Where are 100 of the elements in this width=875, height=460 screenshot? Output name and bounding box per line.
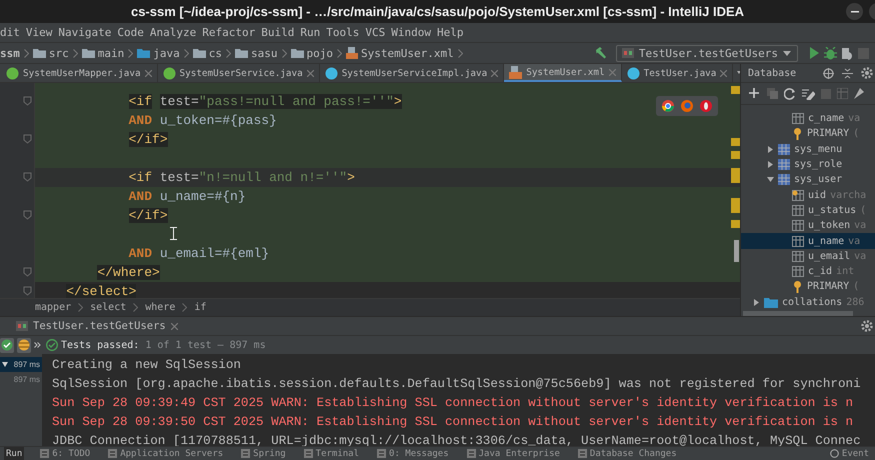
browser-icon[interactable] (700, 100, 712, 112)
tree-item[interactable]: c_id int (741, 264, 875, 280)
close-icon[interactable] (144, 70, 152, 76)
tool-window-button[interactable]: Spring (239, 447, 288, 460)
menu-item[interactable]: Window (388, 26, 434, 39)
tree-item[interactable]: u_name va (741, 233, 875, 249)
hammer-icon[interactable] (594, 46, 608, 60)
breadcrumb-item[interactable]: java (137, 46, 180, 60)
tree-item[interactable]: PRIMARY ( (741, 279, 875, 295)
fold-marker-icon[interactable] (23, 172, 32, 182)
structure-crumb[interactable]: select (90, 302, 126, 313)
tree-item[interactable]: uid varcha (741, 187, 875, 203)
breadcrumb-item[interactable]: pojo (290, 46, 333, 60)
fold-marker-icon[interactable] (23, 210, 32, 220)
settings-icon[interactable] (861, 67, 873, 79)
tree-item[interactable]: sys_menu (741, 142, 875, 157)
tool-window-button[interactable]: Run (4, 447, 24, 460)
tree-item[interactable]: c_name va (741, 111, 875, 126)
fold-marker-icon[interactable] (23, 134, 32, 144)
tree-item[interactable]: sys_user (741, 172, 875, 188)
editor-tab[interactable]: SystemUserMapper.java (1, 64, 158, 82)
tool-window-button[interactable]: 0: Messages (375, 447, 451, 460)
settings-icon[interactable] (861, 320, 873, 332)
menu-item[interactable]: View (22, 26, 56, 39)
scrollbar-thumb[interactable] (743, 311, 853, 316)
menu-item[interactable]: Analyze (146, 26, 200, 39)
menu-item[interactable]: Build (258, 26, 298, 39)
menu-item[interactable]: Code (114, 26, 147, 39)
edit-icon[interactable] (802, 88, 815, 100)
show-passed-button[interactable] (0, 338, 14, 352)
column-icon (792, 204, 804, 216)
menu-item[interactable]: Refactor (199, 26, 258, 39)
fold-marker-icon[interactable] (23, 286, 32, 296)
breadcrumb-item[interactable]: main (82, 46, 124, 60)
expand-arrow-icon[interactable] (2, 362, 8, 367)
expand-arrow-icon[interactable] (753, 298, 760, 306)
editor-tab[interactable]: TestUser.java (622, 64, 734, 82)
menu-item[interactable]: Tools (323, 26, 362, 39)
menu-item[interactable]: Help (434, 26, 466, 39)
breadcrumb-item[interactable]: sasu (235, 46, 278, 60)
expand-arrow-icon[interactable] (767, 161, 774, 168)
refresh-icon[interactable] (784, 88, 796, 100)
tool-window-button[interactable]: Application Servers (106, 447, 226, 460)
editor-tab[interactable]: SystemUser.xml (504, 64, 622, 82)
test-result-item[interactable]: 897 ms (0, 372, 42, 387)
tool-window-button[interactable]: Database Changes (576, 447, 679, 460)
target-icon[interactable] (823, 68, 834, 78)
tree-item[interactable]: u_status ( (741, 202, 875, 218)
column-icon (792, 250, 804, 262)
close-icon[interactable] (306, 70, 314, 76)
run-configuration-dropdown[interactable]: TestUser.testGetUsers (616, 44, 798, 62)
tree-item[interactable]: collations 286 (741, 294, 875, 310)
run-icon[interactable] (808, 47, 820, 59)
table-icon (778, 144, 790, 155)
stop-icon[interactable] (821, 88, 831, 98)
structure-crumb[interactable]: if (194, 302, 206, 313)
menu-item[interactable]: Run (297, 26, 324, 39)
folder-icon (235, 48, 248, 58)
copy-icon[interactable] (767, 88, 778, 99)
breadcrumb-item[interactable]: cs (192, 46, 222, 60)
structure-crumb[interactable]: where (145, 302, 176, 313)
stop-icon[interactable] (858, 48, 869, 58)
expand-arrow-icon[interactable] (767, 146, 774, 153)
caret-icon (783, 50, 791, 56)
fold-marker-icon[interactable] (23, 96, 32, 106)
breadcrumb-item[interactable]: src (32, 46, 69, 60)
close-icon[interactable] (491, 70, 498, 76)
bug-icon[interactable] (824, 46, 837, 60)
menu-item[interactable]: dit (0, 26, 23, 39)
minimize-button[interactable] (846, 3, 863, 20)
test-result-item[interactable]: 897 ms (0, 357, 42, 372)
tool-window-button[interactable]: Terminal (302, 447, 362, 460)
scrollbar-thumb[interactable] (734, 240, 739, 262)
add-icon[interactable] (749, 88, 761, 100)
tree-item[interactable]: PRIMARY ( (741, 126, 875, 142)
table-icon[interactable] (837, 88, 848, 99)
tool-window-button[interactable]: 6: TODO (38, 447, 92, 460)
tree-item[interactable]: u_token va (741, 218, 875, 234)
close-icon[interactable] (170, 322, 178, 330)
menu-item[interactable]: Navigate (55, 26, 114, 39)
close-icon[interactable] (720, 70, 728, 76)
show-ignored-button[interactable] (17, 338, 31, 352)
more-icon[interactable] (34, 342, 41, 348)
breadcrumb-item[interactable]: SystemUser.xml (346, 46, 454, 60)
tool-window-button[interactable]: Java Enterprise (464, 447, 562, 460)
tree-item[interactable]: sys_role (741, 156, 875, 172)
fold-marker-icon[interactable] (23, 267, 32, 277)
menu-item[interactable]: VCS (362, 26, 388, 39)
collapse-icon[interactable] (842, 68, 853, 78)
code-line: AND u_token=#{pass} (128, 112, 277, 130)
structure-crumb[interactable]: mapper (35, 302, 72, 313)
browser-icon[interactable] (662, 100, 674, 112)
close-icon[interactable] (608, 68, 616, 76)
event-log-button[interactable]: Event (828, 447, 871, 460)
expand-arrow-icon[interactable] (767, 176, 774, 184)
tree-item[interactable]: u_email va (741, 248, 875, 264)
editor-tab[interactable]: SystemUserService.java (158, 64, 320, 82)
chevron-icon (24, 48, 29, 58)
breadcrumb-item[interactable]: ssm (0, 46, 20, 60)
pencil-icon[interactable] (854, 88, 864, 99)
